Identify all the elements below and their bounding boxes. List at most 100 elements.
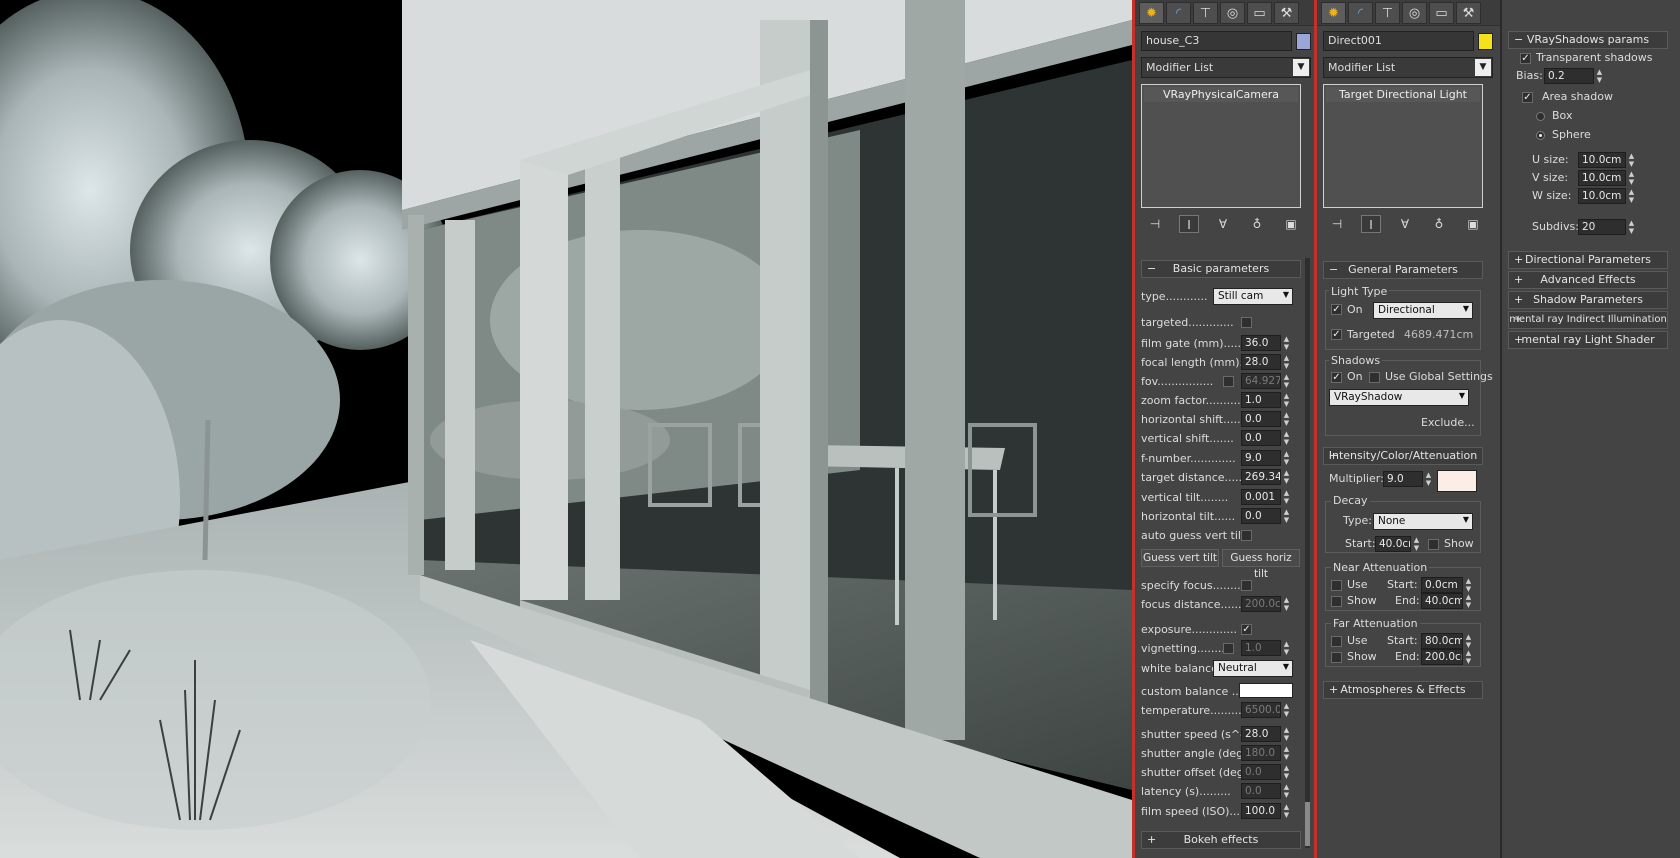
modifier-list-dropdown[interactable]: Modifier List ▼: [1323, 57, 1493, 78]
spinner-arrows-icon[interactable]: ▲ ▼: [1282, 469, 1291, 485]
w-size-spinner[interactable]: 10.0cm: [1578, 188, 1626, 204]
remove-modifier-icon[interactable]: ♁: [1247, 215, 1267, 233]
object-color-swatch[interactable]: [1478, 32, 1493, 50]
spinner-arrows-icon[interactable]: ▲ ▼: [1282, 726, 1291, 742]
display-tab[interactable]: ▭: [1429, 2, 1454, 24]
hierarchy-tab[interactable]: ⊤: [1375, 2, 1400, 24]
rollout-directional-parameters[interactable]: + Directional Parameters: [1508, 251, 1668, 269]
spinner-arrows-icon[interactable]: ▲ ▼: [1627, 170, 1636, 186]
shadows-on-checkbox[interactable]: ✓: [1331, 372, 1342, 383]
far-use-checkbox[interactable]: [1331, 636, 1342, 647]
spinner-arrows-icon[interactable]: ▲ ▼: [1282, 373, 1291, 389]
spinner-arrows-icon[interactable]: ▲ ▼: [1412, 536, 1421, 552]
far-end-spinner[interactable]: 200.0cm: [1421, 649, 1463, 665]
temperature-spinner[interactable]: 6500.0: [1241, 702, 1281, 718]
modifier-list-dropdown[interactable]: Modifier List ▼: [1141, 57, 1311, 78]
spinner-arrows-icon[interactable]: ▲ ▼: [1282, 783, 1291, 799]
spinner-arrows-icon[interactable]: ▲ ▼: [1282, 803, 1291, 819]
motion-tab[interactable]: ◎: [1402, 2, 1427, 24]
spinner-arrows-icon[interactable]: ▲ ▼: [1282, 640, 1291, 656]
make-unique-icon[interactable]: ∀: [1213, 215, 1233, 233]
spinner-arrows-icon[interactable]: ▲ ▼: [1282, 392, 1291, 408]
display-tab[interactable]: ▭: [1247, 2, 1272, 24]
specify-focus-checkbox[interactable]: [1241, 580, 1252, 591]
near-use-checkbox[interactable]: [1331, 580, 1342, 591]
sphere-radio[interactable]: [1536, 131, 1545, 140]
remove-modifier-icon[interactable]: ♁: [1429, 215, 1449, 233]
spinner-arrows-icon[interactable]: ▲ ▼: [1464, 577, 1473, 593]
transparent-shadows-checkbox[interactable]: ✓: [1520, 53, 1531, 64]
vignetting-checkbox[interactable]: [1223, 643, 1234, 654]
shutter-offset-spinner[interactable]: 0.0: [1241, 764, 1281, 780]
near-show-checkbox[interactable]: [1331, 596, 1342, 607]
panel-scrollbar[interactable]: [1305, 258, 1310, 848]
spinner-arrows-icon[interactable]: ▲ ▼: [1464, 649, 1473, 665]
spinner-arrows-icon[interactable]: ▲ ▼: [1627, 219, 1636, 235]
modify-tab[interactable]: ◜: [1166, 2, 1191, 24]
f-number-spinner[interactable]: 9.0: [1241, 450, 1281, 466]
decay-type-dropdown[interactable]: None ▼: [1373, 513, 1473, 530]
white-balance-dropdown[interactable]: Neutral ▼: [1213, 660, 1293, 677]
u-size-spinner[interactable]: 10.0cm: [1578, 152, 1626, 168]
shadow-type-dropdown[interactable]: VRayShadow ▼: [1329, 389, 1469, 406]
fov-checkbox[interactable]: [1223, 376, 1234, 387]
modify-tab[interactable]: ◜: [1348, 2, 1373, 24]
show-end-result-icon[interactable]: I: [1179, 215, 1199, 233]
target-distance-spinner[interactable]: 269.34: [1241, 469, 1281, 485]
bias-spinner[interactable]: 0.2: [1544, 68, 1594, 84]
spinner-arrows-icon[interactable]: ▲ ▼: [1464, 633, 1473, 649]
horizontal-shift-spinner[interactable]: 0.0: [1241, 411, 1281, 427]
fov-spinner[interactable]: 64.927: [1241, 373, 1281, 389]
guess-horiz-tilt-button[interactable]: Guess horiz tilt: [1222, 549, 1300, 580]
horizontal-tilt-spinner[interactable]: 0.0: [1241, 508, 1281, 524]
rollout-mental-ray-indirect[interactable]: + mental ray Indirect Illumination: [1508, 311, 1668, 329]
utilities-tab[interactable]: ⚒: [1274, 2, 1299, 24]
light-color-swatch[interactable]: [1437, 470, 1477, 492]
spinner-arrows-icon[interactable]: ▲ ▼: [1282, 508, 1291, 524]
auto-guess-checkbox[interactable]: [1241, 530, 1252, 541]
create-tab[interactable]: ✹: [1139, 2, 1164, 24]
spinner-arrows-icon[interactable]: ▲ ▼: [1282, 354, 1291, 370]
pin-stack-icon[interactable]: ⊣: [1327, 215, 1347, 233]
vignetting-spinner[interactable]: 1.0: [1241, 640, 1281, 656]
near-start-spinner[interactable]: 0.0cm: [1421, 577, 1463, 593]
vertical-tilt-spinner[interactable]: 0.001: [1241, 489, 1281, 505]
spinner-arrows-icon[interactable]: ▲ ▼: [1282, 596, 1291, 612]
rollout-atmospheres[interactable]: + Atmospheres & Effects: [1323, 681, 1483, 699]
configure-sets-icon[interactable]: ▣: [1281, 215, 1301, 233]
subdivs-spinner[interactable]: 20: [1578, 219, 1626, 235]
object-color-swatch[interactable]: [1296, 32, 1311, 50]
spinner-arrows-icon[interactable]: ▲ ▼: [1282, 489, 1291, 505]
targeted-checkbox[interactable]: ✓: [1331, 329, 1342, 340]
vertical-shift-spinner[interactable]: 0.0: [1241, 430, 1281, 446]
motion-tab[interactable]: ◎: [1220, 2, 1245, 24]
far-start-spinner[interactable]: 80.0cm: [1421, 633, 1463, 649]
object-name-field[interactable]: house_C3: [1141, 31, 1292, 51]
shutter-angle-spinner[interactable]: 180.0: [1241, 745, 1281, 761]
exposure-checkbox[interactable]: ✓: [1241, 624, 1252, 635]
targeted-checkbox[interactable]: [1241, 317, 1252, 328]
spinner-arrows-icon[interactable]: ▲ ▼: [1282, 450, 1291, 466]
light-on-checkbox[interactable]: ✓: [1331, 304, 1342, 315]
guess-vert-tilt-button[interactable]: Guess vert tilt: [1141, 549, 1219, 567]
stack-item-light[interactable]: Target Directional Light: [1326, 87, 1480, 102]
film-gate-spinner[interactable]: 36.0: [1241, 335, 1281, 351]
spinner-arrows-icon[interactable]: ▲ ▼: [1282, 745, 1291, 761]
shutter-speed-spinner[interactable]: 28.0: [1241, 726, 1281, 742]
spinner-arrows-icon[interactable]: ▲ ▼: [1282, 702, 1291, 718]
zoom-factor-spinner[interactable]: 1.0: [1241, 392, 1281, 408]
near-end-spinner[interactable]: 40.0cm: [1421, 593, 1463, 609]
multiplier-spinner[interactable]: 9.0: [1383, 471, 1423, 487]
configure-sets-icon[interactable]: ▣: [1463, 215, 1483, 233]
camera-type-dropdown[interactable]: Still cam ▼: [1213, 288, 1293, 305]
hierarchy-tab[interactable]: ⊤: [1193, 2, 1218, 24]
focal-length-spinner[interactable]: 28.0: [1241, 354, 1281, 370]
spinner-arrows-icon[interactable]: ▲ ▼: [1424, 471, 1433, 487]
rollout-advanced-effects[interactable]: + Advanced Effects: [1508, 271, 1668, 289]
film-speed-spinner[interactable]: 100.0: [1241, 803, 1281, 819]
custom-balance-color[interactable]: [1239, 683, 1293, 698]
rollout-general-parameters[interactable]: − General Parameters: [1323, 261, 1483, 279]
spinner-arrows-icon[interactable]: ▲ ▼: [1627, 152, 1636, 168]
stack-item-camera[interactable]: VRayPhysicalCamera: [1144, 87, 1298, 102]
object-name-field[interactable]: Direct001: [1323, 31, 1474, 51]
